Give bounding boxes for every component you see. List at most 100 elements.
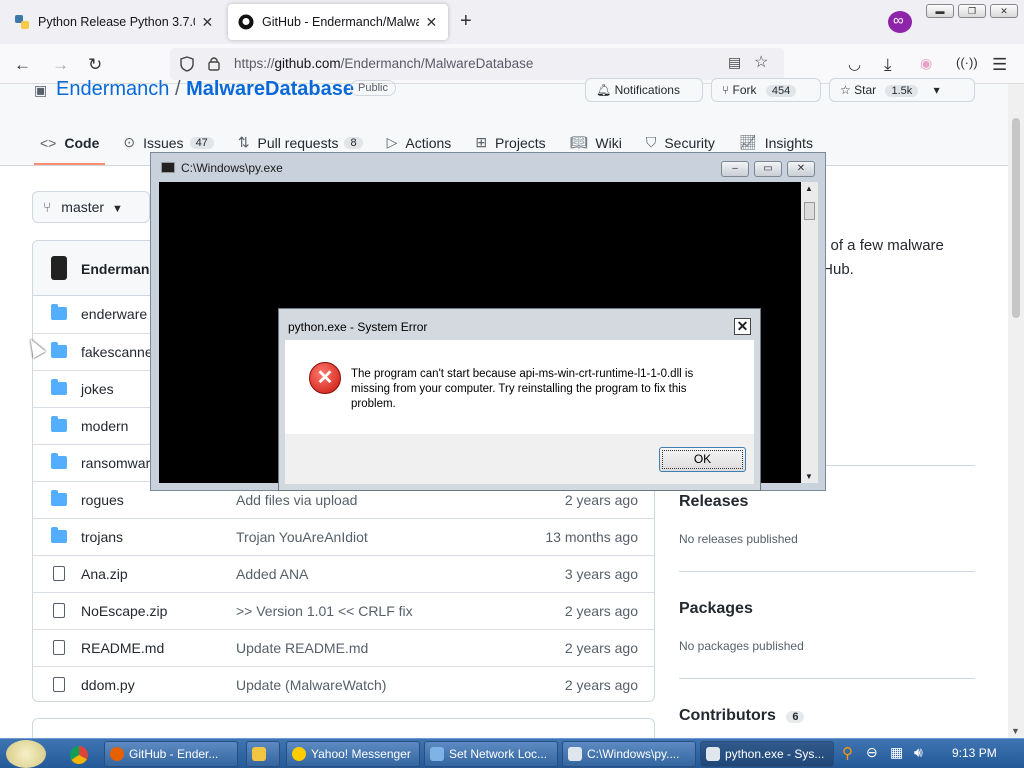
console-scrollbar[interactable]: ▲ ▼ [801,182,818,483]
taskbar-item[interactable]: C:\Windows\py.... [562,741,696,767]
system-error-dialog[interactable]: python.exe - System Error ✕ ✕ The progra… [278,308,761,491]
file-name-link[interactable]: fakescanner [81,344,157,360]
tab-projects[interactable]: ⊞ Projects [475,134,545,151]
taskbar-item[interactable] [246,741,280,767]
file-name-link[interactable]: ddom.py [81,677,135,693]
tab-wiki[interactable]: 📖︎ Wiki [570,134,622,151]
file-name-link[interactable]: enderware [81,306,147,322]
folder-icon [51,453,67,469]
folder-icon [51,304,67,320]
download-icon[interactable]: ⤓ [884,55,892,75]
file-name-link[interactable]: rogues [81,492,124,508]
file-row[interactable]: NoEscape.zip >> Version 1.01 << CRLF fix 2… [33,592,654,629]
shield-icon[interactable] [180,56,194,72]
taskbar-item-label: GitHub - Ender... [129,747,219,761]
taskbar-item[interactable]: Yahoo! Messenger [286,741,420,767]
scrollbar-thumb[interactable] [1012,118,1020,318]
file-row[interactable]: ddom.py Update (MalwareWatch) 2 years ago [33,666,654,701]
reader-view-icon[interactable]: ▤ [728,54,741,71]
extension-icon[interactable]: ◉ [920,55,932,72]
scroll-down-arrow-icon[interactable]: ▼ [805,472,813,481]
tab-github[interactable]: GitHub - Endermanch/MalwareDatabase ✕ [228,4,448,40]
ok-button[interactable]: OK [659,447,746,472]
minimize-window-button[interactable]: ▬ [926,4,954,18]
releases-text: No releases published [679,532,798,546]
menu-icon[interactable]: ☰ [992,55,1007,75]
forward-arrow-icon[interactable]: → [52,55,69,75]
start-button[interactable] [6,740,46,768]
console-maximize-button[interactable]: ▭ [754,161,782,177]
extension-icon[interactable]: ((·)) [956,55,978,70]
back-arrow-icon[interactable]: ← [14,55,31,75]
scroll-up-arrow-icon[interactable]: ▲ [805,184,813,193]
tab-code[interactable]: <> Code [33,134,106,165]
network-icon[interactable]: ▦ [890,744,903,761]
page-scrollbar[interactable]: ▼ [1008,84,1024,738]
fork-button[interactable]: ⑂ Fork 454 [711,78,821,102]
commit-message-link[interactable]: Update (MalwareWatch) [236,677,386,693]
packages-heading[interactable]: Packages [679,600,753,618]
file-row[interactable]: trojans Trojan YouAreAnIdiot 13 months ago [33,518,654,555]
file-name-link[interactable]: modern [81,418,128,434]
url-bar[interactable]: https://github.com/Endermanch/MalwareDat… [170,48,784,80]
commit-message-link[interactable]: Add files via upload [236,492,357,508]
chrome-icon[interactable] [70,746,88,764]
console-minimize-button[interactable]: – [721,161,749,177]
new-tab-button[interactable]: + [460,10,472,33]
tab-actions[interactable]: ▷ Actions [387,134,452,151]
dialog-close-button[interactable]: ✕ [734,318,751,335]
notifications-button[interactable]: 🔔︎ Notifications [585,78,703,102]
commit-author[interactable]: Endermanc [81,261,157,277]
clock[interactable]: 9:13 PM [952,746,997,760]
chevron-down-icon[interactable]: ▾ [934,83,940,97]
file-icon [53,566,65,581]
file-row[interactable]: README.md Update README.md 2 years ago [33,629,654,666]
tab-security[interactable]: ⛉ Security [646,134,715,151]
taskbar-item[interactable]: python.exe - Sys... [700,741,834,767]
commit-message-link[interactable]: >> Version 1.01 << CRLF fix [236,603,413,619]
star-icon: ☆ [840,83,851,97]
close-tab-icon[interactable]: ✕ [425,14,438,31]
url-text[interactable]: https://github.com/Endermanch/MalwareDat… [234,56,533,71]
repo-owner-link[interactable]: Endermanch [56,78,169,100]
close-tab-icon[interactable]: ✕ [201,14,214,31]
contributors-heading[interactable]: Contributors 6 [679,707,805,725]
scrollbar-thumb[interactable] [804,202,815,220]
branch-select-button[interactable]: ⑂ master ▼ [32,191,150,223]
search-icon[interactable]: ⚲ [842,744,853,762]
shield-icon: ⛉ [645,134,657,150]
star-button[interactable]: ☆ Star 1.5k ▾ [829,78,975,102]
file-name-link[interactable]: jokes [81,381,114,397]
lock-icon[interactable] [208,56,220,71]
file-name-link[interactable]: Ana.zip [81,566,128,582]
tab-label: Actions [405,134,452,151]
pocket-icon[interactable]: ◡ [848,55,861,73]
tab-pull-requests[interactable]: ⇅ Pull requests 8 [238,134,363,151]
avatar[interactable] [51,256,67,280]
repo-name-link[interactable]: MalwareDatabase [186,78,354,100]
tab-label: Wiki [595,134,622,151]
file-row[interactable]: Ana.zip Added ANA 3 years ago [33,555,654,592]
scroll-down-arrow-icon[interactable]: ▼ [1011,726,1020,736]
maximize-window-button[interactable]: ❐ [958,4,986,18]
tab-insights[interactable]: 📈︎ Insights [739,134,813,151]
file-name-link[interactable]: ransomwar [81,455,150,471]
taskbar-item[interactable]: GitHub - Ender... [104,741,238,767]
commit-message-link[interactable]: Update README.md [236,640,368,656]
file-name-link[interactable]: README.md [81,640,164,656]
tab-python-release[interactable]: Python Release Python 3.7.0 | Py ✕ [4,4,224,40]
bookmark-star-icon[interactable]: ☆ [754,52,768,72]
volume-icon[interactable]: 🔊︎ [914,744,923,761]
tab-issues[interactable]: ⊙ Issues 47 [123,134,214,151]
commit-message-link[interactable]: Added ANA [236,566,308,582]
taskbar-item[interactable]: Set Network Loc... [424,741,558,767]
reload-icon[interactable]: ↻ [88,55,102,75]
releases-heading[interactable]: Releases [679,493,748,511]
file-name-link[interactable]: trojans [81,529,123,545]
tray-icon[interactable]: ⊖ [866,744,878,761]
file-name-link[interactable]: NoEscape.zip [81,603,167,619]
packages-text: No packages published [679,639,804,653]
commit-message-link[interactable]: Trojan YouAreAnIdiot [236,529,368,545]
close-window-button[interactable]: ✕ [990,4,1018,18]
console-close-button[interactable]: ✕ [787,161,815,177]
